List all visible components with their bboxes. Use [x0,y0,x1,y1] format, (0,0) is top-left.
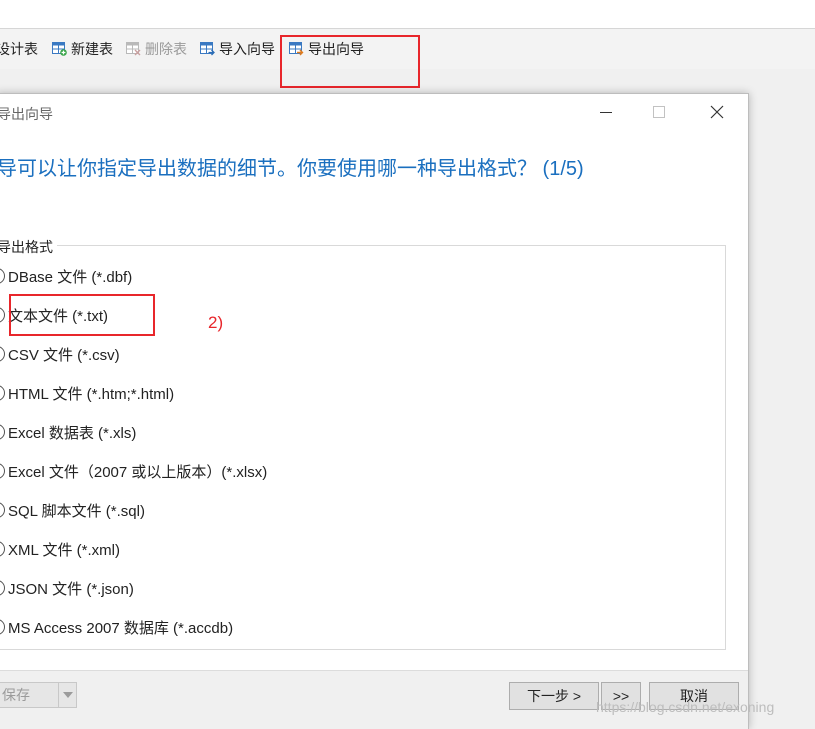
dialog-title: 导出向导 [0,106,53,122]
option-label: Excel 文件（2007 或以上版本）(*.xlsx) [8,463,268,481]
annotation-label-2: 2) [208,313,224,332]
new-table-icon [52,42,67,56]
format-option-xls[interactable]: Excel 数据表 (*.xls) [0,421,136,443]
radio-button[interactable] [0,424,5,440]
new-table-label: 新建表 [71,41,113,57]
annotation-box-1 [280,35,420,88]
dialog-heading: 导可以让你指定导出数据的细节。你要使用哪一种导出格式？ (1/5) [0,158,584,180]
radio-button[interactable] [0,619,5,635]
annotation-box-2 [9,294,155,336]
import-wizard-label: 导入向导 [219,41,275,57]
radio-button[interactable] [0,268,5,284]
radio-button[interactable] [0,580,5,596]
minimize-button[interactable] [591,100,621,124]
option-label: Excel 数据表 (*.xls) [8,424,137,442]
option-label: XML 文件 (*.xml) [8,541,120,559]
format-option-sql[interactable]: SQL 脚本文件 (*.sql) [0,499,145,521]
new-table-button[interactable]: 新建表 [52,39,113,59]
minimize-icon [600,112,612,113]
save-label: 保存 [2,687,30,703]
format-option-json[interactable]: JSON 文件 (*.json) [0,577,134,599]
save-profile-button[interactable]: 保存 [0,682,77,708]
radio-button[interactable] [0,307,5,323]
option-label: DBase 文件 (*.dbf) [8,268,133,286]
close-icon [710,105,724,119]
close-button[interactable] [702,100,732,124]
next-button[interactable]: 下一步 > [509,682,599,710]
export-wizard-dialog: 导出向导 导可以让你指定导出数据的细节。你要使用哪一种导出格式？ (1/5) 导… [0,93,749,729]
maximize-icon [653,106,665,118]
delete-table-label: 删除表 [145,41,187,57]
option-label: MS Access 2007 数据库 (*.accdb) [8,619,234,637]
format-option-xlsx[interactable]: Excel 文件（2007 或以上版本）(*.xlsx) [0,460,267,482]
top-band [0,0,815,29]
delete-table-button[interactable]: 删除表 [126,39,187,59]
option-label: JSON 文件 (*.json) [8,580,134,598]
option-label: SQL 脚本文件 (*.sql) [8,502,145,520]
radio-button[interactable] [0,502,5,518]
format-option-xml[interactable]: XML 文件 (*.xml) [0,538,120,560]
design-table-label: 设计表 [0,41,38,57]
import-wizard-icon [200,42,215,56]
watermark: https://blog.csdn.net/exoning [596,699,775,715]
delete-table-icon [126,42,141,56]
chevron-down-icon [62,692,73,698]
design-table-button[interactable]: 设计表 [0,39,38,59]
radio-button[interactable] [0,346,5,362]
format-option-accdb[interactable]: MS Access 2007 数据库 (*.accdb) [0,616,233,638]
option-label: HTML 文件 (*.htm;*.html) [8,385,175,403]
format-option-csv[interactable]: CSV 文件 (*.csv) [0,343,120,365]
import-wizard-button[interactable]: 导入向导 [200,39,275,59]
export-format-legend: 导出格式 [0,237,57,257]
format-option-html[interactable]: HTML 文件 (*.htm;*.html) [0,382,174,404]
radio-button[interactable] [0,541,5,557]
maximize-button[interactable] [644,100,674,124]
radio-button[interactable] [0,385,5,401]
format-option-dbf[interactable]: DBase 文件 (*.dbf) [0,265,132,287]
next-label: 下一步 > [526,688,582,704]
radio-button[interactable] [0,463,5,479]
option-label: CSV 文件 (*.csv) [8,346,120,364]
dropdown-arrow[interactable] [58,683,76,707]
